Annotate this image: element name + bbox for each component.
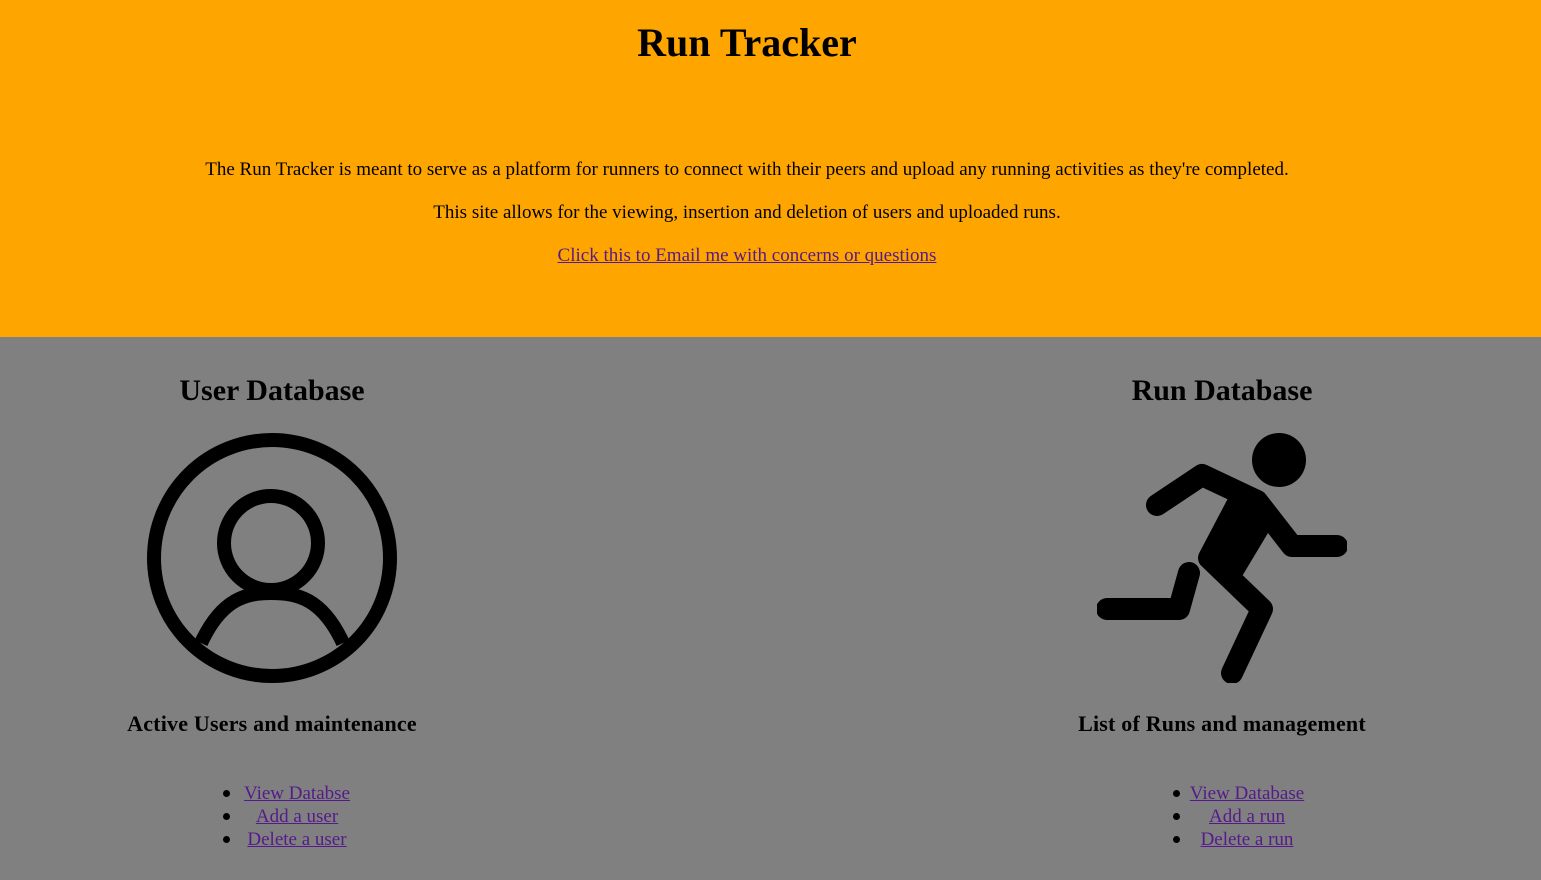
user-links-list: View Databse Add a user Delete a user xyxy=(172,782,422,851)
bullet-icon xyxy=(1173,813,1180,820)
list-item: Add a user xyxy=(172,805,422,828)
site-description: The Run Tracker is meant to serve as a p… xyxy=(205,159,1289,180)
bullet-icon xyxy=(223,790,230,797)
list-item: Delete a run xyxy=(1122,828,1372,851)
user-circle-icon xyxy=(147,433,397,683)
page-title: Run Tracker xyxy=(637,20,857,65)
bullet-icon xyxy=(1173,790,1180,797)
list-item: Delete a user xyxy=(172,828,422,851)
main-content: User Database Active Users and maintenan… xyxy=(0,337,1541,880)
list-item: Add a run xyxy=(1122,805,1372,828)
header-banner: Run Tracker The Run Tracker is meant to … xyxy=(0,0,1541,337)
list-item: View Database xyxy=(1122,782,1372,805)
site-features-description: This site allows for the viewing, insert… xyxy=(433,202,1061,223)
runner-icon xyxy=(1096,433,1348,684)
user-database-subtitle: Active Users and maintenance xyxy=(127,711,417,736)
delete-run-link[interactable]: Delete a run xyxy=(1201,829,1294,850)
add-run-link[interactable]: Add a run xyxy=(1209,806,1285,827)
user-database-panel: User Database Active Users and maintenan… xyxy=(22,337,522,880)
list-item: View Databse xyxy=(172,782,422,805)
run-database-title: Run Database xyxy=(1131,374,1313,407)
run-database-subtitle: List of Runs and management xyxy=(1078,711,1366,736)
email-link-container: Click this to Email me with concerns or … xyxy=(0,245,1494,267)
bullet-icon xyxy=(223,813,230,820)
run-database-panel: Run Database List of Runs and management… xyxy=(972,337,1472,880)
view-runs-link[interactable]: View Database xyxy=(1190,783,1304,804)
add-user-link[interactable]: Add a user xyxy=(256,806,338,827)
bullet-icon xyxy=(1173,836,1180,843)
view-users-link[interactable]: View Databse xyxy=(244,783,350,804)
bullet-icon xyxy=(223,836,230,843)
user-database-title: User Database xyxy=(179,374,365,407)
email-link[interactable]: Click this to Email me with concerns or … xyxy=(558,245,937,266)
delete-user-link[interactable]: Delete a user xyxy=(247,829,346,850)
run-links-list: View Database Add a run Delete a run xyxy=(1122,782,1372,851)
